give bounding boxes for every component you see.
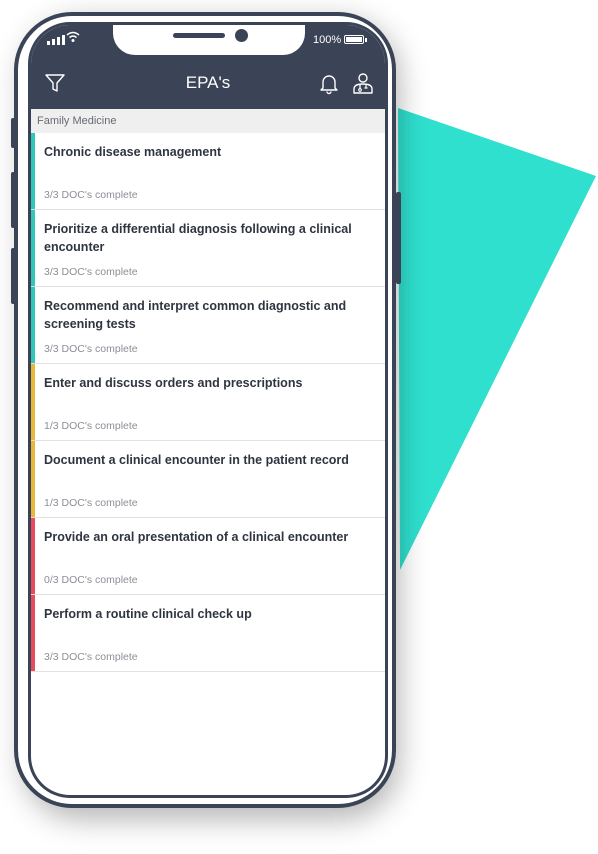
- epa-status: 3/3 DOC's complete: [44, 651, 138, 663]
- epa-title: Perform a routine clinical check up: [44, 607, 252, 621]
- wifi-icon: [66, 31, 80, 42]
- status-bar: 100%: [31, 25, 385, 57]
- list-item[interactable]: Prioritize a differential diagnosis foll…: [31, 210, 385, 287]
- phone-notch: [113, 25, 305, 55]
- status-indicator-bar: [31, 364, 35, 440]
- epa-status: 0/3 DOC's complete: [44, 574, 138, 586]
- list-item[interactable]: Chronic disease management 3/3 DOC's com…: [31, 133, 385, 210]
- phone-side-button: [11, 172, 16, 228]
- epa-title: Prioritize a differential diagnosis foll…: [44, 222, 352, 254]
- epa-title: Chronic disease management: [44, 145, 222, 159]
- phone-side-button: [11, 118, 16, 148]
- doctor-profile-icon[interactable]: [351, 71, 375, 95]
- status-indicator-bar: [31, 210, 35, 286]
- epa-status: 3/3 DOC's complete: [44, 343, 138, 355]
- epa-list: Chronic disease management 3/3 DOC's com…: [31, 133, 385, 672]
- phone-side-button: [396, 192, 401, 284]
- epa-status: 3/3 DOC's complete: [44, 266, 138, 278]
- list-item[interactable]: Document a clinical encounter in the pat…: [31, 441, 385, 518]
- battery-percentage: 100%: [313, 34, 342, 46]
- status-indicator-bar: [31, 133, 35, 209]
- epa-title: Recommend and interpret common diagnosti…: [44, 299, 347, 331]
- camera-icon: [235, 29, 248, 42]
- list-item[interactable]: Recommend and interpret common diagnosti…: [31, 287, 385, 364]
- status-indicator-bar: [31, 595, 35, 671]
- phone-side-button: [11, 248, 16, 304]
- list-item[interactable]: Provide an oral presentation of a clinic…: [31, 518, 385, 595]
- phone-screen: 100% EPA's Family Medicine Chronic disea…: [28, 22, 388, 798]
- epa-status: 3/3 DOC's complete: [44, 189, 138, 201]
- battery-icon: [344, 35, 367, 44]
- status-indicator-bar: [31, 287, 35, 363]
- status-indicator-bar: [31, 441, 35, 517]
- signal-icon: [47, 35, 65, 45]
- epa-title: Provide an oral presentation of a clinic…: [44, 530, 349, 544]
- epa-title: Document a clinical encounter in the pat…: [44, 453, 349, 467]
- list-item[interactable]: Enter and discuss orders and prescriptio…: [31, 364, 385, 441]
- epa-status: 1/3 DOC's complete: [44, 420, 138, 432]
- status-indicator-bar: [31, 518, 35, 594]
- epa-status: 1/3 DOC's complete: [44, 497, 138, 509]
- app-header: EPA's: [31, 57, 385, 109]
- section-header: Family Medicine: [31, 109, 385, 133]
- list-item[interactable]: Perform a routine clinical check up 3/3 …: [31, 595, 385, 672]
- epa-title: Enter and discuss orders and prescriptio…: [44, 376, 303, 390]
- bell-icon[interactable]: [317, 71, 341, 95]
- speaker-grille: [173, 33, 225, 38]
